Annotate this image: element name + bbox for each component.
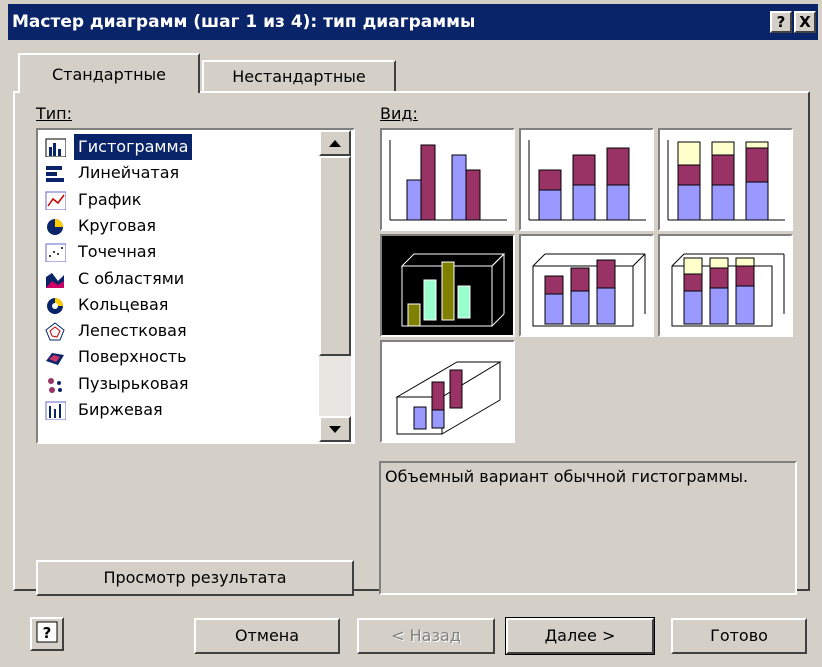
chart-type-item[interactable]: График [44, 187, 314, 213]
scroll-thumb[interactable] [319, 156, 351, 356]
tab-standard[interactable]: Стандартные [18, 53, 200, 93]
back-button[interactable]: < Назад [357, 618, 495, 654]
close-button[interactable]: X [794, 11, 816, 33]
subtype-3d-stacked-column[interactable] [519, 234, 654, 337]
subtype-3d-clustered-column[interactable] [380, 234, 515, 337]
bubble-chart-icon [48, 377, 62, 393]
list-scrollbar[interactable] [319, 130, 351, 442]
help-button[interactable]: ? [30, 617, 64, 651]
help-title-button[interactable]: ? [770, 11, 792, 33]
stock-chart-icon [45, 401, 66, 420]
dialog-title: Мастер диаграмм (шаг 1 из 4): тип диагра… [12, 12, 476, 32]
3d-stacked-column-icon [532, 253, 646, 327]
chart-type-label: Круговая [78, 215, 157, 235]
title-bar[interactable]: Мастер диаграмм (шаг 1 из 4): тип диагра… [8, 4, 818, 40]
chart-type-item[interactable]: Кольцевая [44, 292, 314, 318]
type-label: Тип: [36, 104, 73, 123]
finish-button[interactable]: Готово [671, 618, 807, 654]
svg-text:?: ? [43, 624, 52, 642]
chart-type-item[interactable]: Лепестковая [44, 318, 314, 344]
subtype-stacked-column[interactable] [519, 128, 654, 231]
chart-type-label: Биржевая [78, 400, 163, 419]
chart-type-item[interactable]: Линейчатая [44, 160, 314, 186]
help-icon: ? [36, 621, 58, 643]
chart-type-item[interactable]: Биржевая [44, 397, 314, 423]
scroll-down-button[interactable] [319, 416, 351, 442]
chart-type-label: График [78, 189, 142, 209]
chart-type-item[interactable]: Гистограмма [44, 134, 314, 160]
arrow-down-icon [329, 426, 341, 433]
chart-type-label: Лепестковая [78, 321, 187, 341]
line-chart-icon [45, 191, 66, 210]
cancel-button[interactable]: Отмена [194, 618, 340, 654]
chart-type-list[interactable]: Гистограмма Линейчатая График Круговая Точеч… [36, 128, 355, 444]
chart-type-item[interactable]: Пузырьковая [44, 371, 314, 397]
column-chart-icon [45, 138, 66, 157]
next-button[interactable]: Далее > [505, 617, 655, 655]
3d-column-icon [395, 361, 502, 435]
view-label: Вид: [380, 104, 418, 123]
clustered-column-icon [389, 140, 507, 221]
stacked-column-icon [528, 140, 646, 221]
chart-subtype-grid [380, 128, 795, 443]
chart-type-label: С областями [78, 268, 185, 288]
subtype-clustered-column[interactable] [380, 128, 515, 231]
scatter-chart-icon [45, 243, 66, 263]
chart-type-item[interactable]: С областями [44, 266, 314, 292]
100-stacked-column-icon [667, 140, 785, 221]
chart-type-label: Точечная [78, 242, 157, 262]
bar-chart-icon [46, 166, 64, 183]
chart-wizard-dialog: Мастер диаграмм (шаг 1 из 4): тип диагра… [0, 0, 822, 667]
chart-type-label: Линейчатая [78, 163, 180, 183]
area-chart-icon [46, 272, 64, 288]
arrow-up-icon [329, 140, 341, 147]
chart-type-label: Пузырьковая [78, 373, 189, 393]
tab-custom[interactable]: Нестандартные [202, 60, 396, 92]
surface-chart-icon [46, 353, 64, 366]
subtype-3d-column[interactable] [380, 340, 515, 443]
subtype-3d-100-stacked-column[interactable] [658, 234, 793, 337]
chart-type-item[interactable]: Круговая [44, 213, 314, 239]
radar-chart-icon [45, 322, 65, 341]
scroll-up-button[interactable] [319, 130, 351, 156]
doughnut-chart-icon [47, 297, 63, 314]
subtype-description: Объемный вариант обычной гистограммы. [379, 461, 797, 595]
chart-type-label: Гистограмма [74, 134, 193, 160]
chart-type-item[interactable]: Точечная [44, 239, 314, 265]
3d-100-stacked-column-icon [671, 253, 785, 327]
subtype-100-stacked-column[interactable] [658, 128, 793, 231]
3d-clustered-column-icon [400, 253, 506, 327]
chart-type-label: Поверхность [78, 347, 187, 367]
chart-type-item[interactable]: Поверхность [44, 344, 314, 370]
preview-button[interactable]: Просмотр результата [36, 560, 354, 596]
pie-chart-icon [47, 218, 63, 235]
chart-type-label: Кольцевая [78, 294, 169, 314]
